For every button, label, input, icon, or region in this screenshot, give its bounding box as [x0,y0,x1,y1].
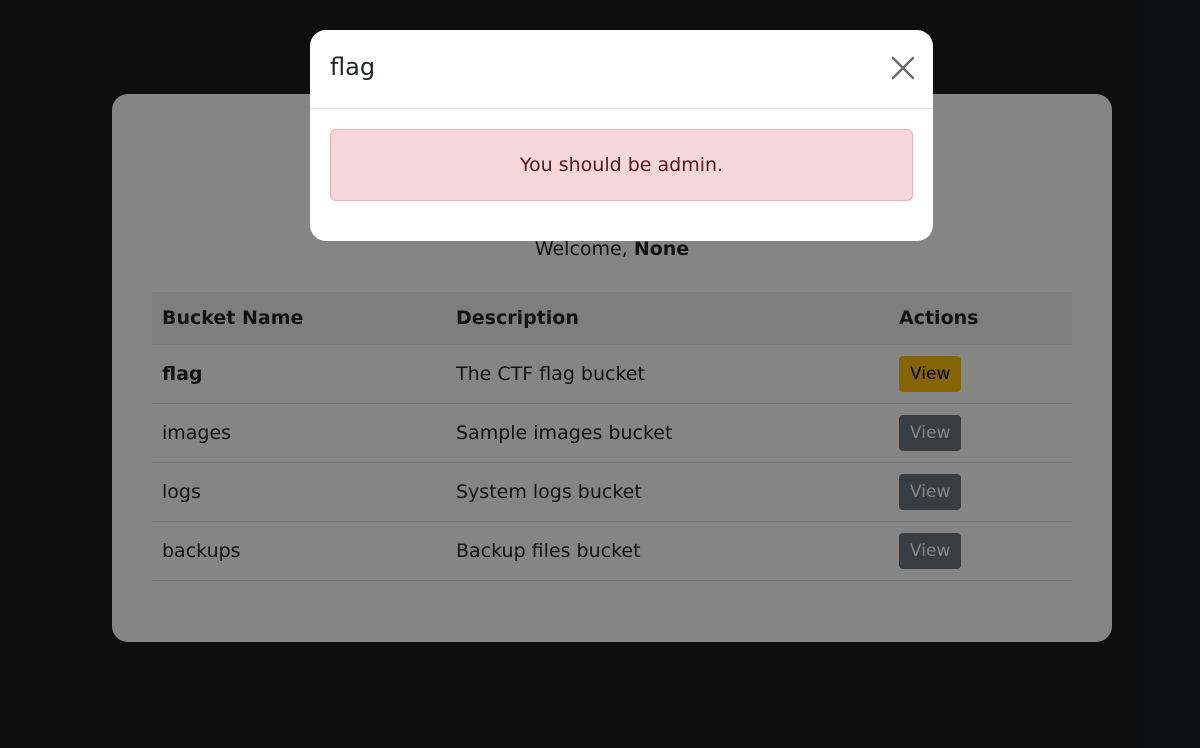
flag-modal: flag You should be admin. [310,30,933,241]
close-icon[interactable] [891,56,915,80]
error-alert: You should be admin. [330,129,913,201]
modal-header: flag [310,30,933,109]
alert-message: You should be admin. [519,154,724,176]
modal-title: flag [330,53,376,81]
